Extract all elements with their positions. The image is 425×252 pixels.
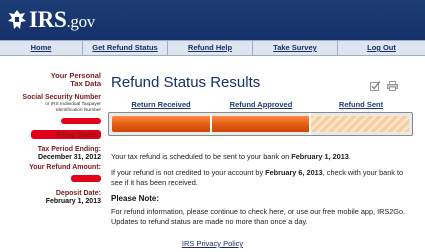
nav-get-refund-status[interactable]: Get Refund Status [83, 41, 168, 55]
deposit-date-label: Deposit Date: [55, 190, 101, 197]
irs-logo[interactable]: IRS.gov [7, 7, 95, 33]
nav-home[interactable]: Home [0, 41, 83, 55]
refund-amount-label: Your Refund Amount: [29, 164, 101, 171]
tax-period-value: December 31, 2012 [37, 154, 101, 161]
scheduled-message: Your tax refund is scheduled to be sent … [111, 152, 351, 161]
logo-text: IRS.gov [29, 7, 96, 32]
eagle-logo-icon [8, 10, 26, 29]
refund-amount-redacted [71, 175, 101, 182]
tax-period-label: Tax Period Ending: [37, 146, 101, 153]
personal-tax-data: Your Personal Tax Data Social Security N… [0, 72, 104, 206]
status-steps: Return Received Refund Approved Refund S… [111, 100, 411, 110]
filing-status-label: Filing Status: [0, 130, 101, 140]
credit-message: If your refund is not credited to your a… [111, 168, 404, 187]
site-header: IRS.gov [0, 0, 425, 40]
deposit-date-value: February 1, 2013 [45, 198, 101, 205]
step-return-received[interactable]: Return Received [111, 100, 211, 110]
nav-log-out[interactable]: Log Out [338, 41, 425, 55]
progress-remaining [310, 116, 409, 132]
note-title: Please Note: [111, 194, 160, 203]
step-refund-sent[interactable]: Refund Sent [311, 100, 411, 110]
progress-bar [108, 112, 413, 136]
privacy-policy-link[interactable]: IRS Privacy Policy [0, 239, 425, 248]
nav-take-survey[interactable]: Take Survey [253, 41, 338, 55]
ssn-label: Social Security Number [22, 94, 101, 101]
note-text: For refund information, please continue … [111, 207, 406, 226]
progress-divider-1 [210, 113, 212, 135]
page-tools [368, 78, 399, 96]
checkmark-icon[interactable] [370, 78, 381, 91]
top-nav: Home Get Refund Status Refund Help Take … [0, 40, 425, 56]
personal-label-line2: Tax Data [70, 79, 101, 88]
print-icon[interactable] [387, 78, 399, 91]
step-refund-approved[interactable]: Refund Approved [211, 100, 311, 110]
nav-refund-help[interactable]: Refund Help [168, 41, 253, 55]
page-title: Refund Status Results [111, 74, 261, 91]
ssn-redacted [61, 118, 101, 124]
progress-divider-2 [309, 113, 311, 135]
